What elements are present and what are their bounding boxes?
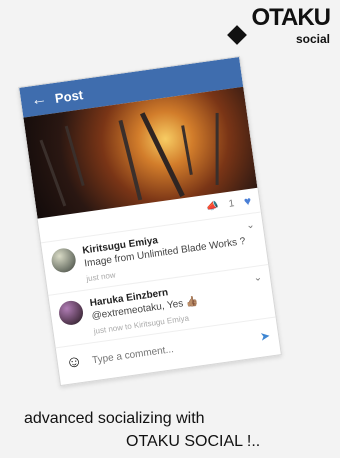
brand-logo: OTAKU social	[226, 4, 334, 46]
brand-name: OTAKU	[251, 4, 331, 31]
emoji-icon[interactable]: ☺	[65, 353, 84, 373]
sword-shape	[215, 112, 219, 185]
avatar	[57, 299, 85, 327]
sword-shape	[39, 139, 67, 207]
sword-shape	[181, 125, 193, 176]
chevron-down-icon[interactable]: ⌄	[253, 272, 263, 284]
chevron-down-icon[interactable]: ⌄	[245, 220, 255, 232]
send-icon[interactable]: ➤	[259, 328, 271, 343]
sword-shape	[64, 125, 85, 187]
brand-sub: social	[295, 32, 330, 46]
caption-line-2: OTAKU SOCIAL !..	[126, 433, 261, 450]
post-card: ← Post 📣 1 ♥ Kiritsugu Emiya Image from …	[18, 55, 282, 387]
heart-icon[interactable]: ♥	[243, 194, 252, 209]
page-title: Post	[53, 86, 84, 106]
logo-diamond	[227, 25, 247, 45]
sword-shape	[139, 112, 185, 198]
back-icon[interactable]: ←	[30, 90, 48, 110]
like-count: 1	[227, 197, 235, 210]
megaphone-icon[interactable]: 📣	[206, 200, 220, 213]
sword-shape	[118, 119, 143, 201]
caption-line-1: advanced socializing with	[24, 410, 205, 427]
avatar	[50, 246, 78, 274]
